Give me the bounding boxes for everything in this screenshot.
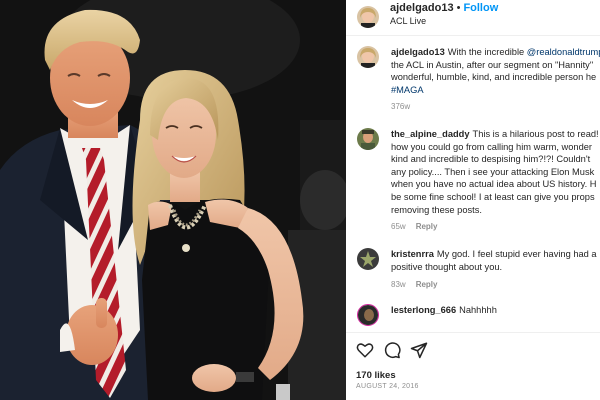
comment-time[interactable]: 65w <box>391 222 406 231</box>
mention-link[interactable]: @realdonaldtrump <box>527 47 600 57</box>
avatar[interactable] <box>357 6 379 28</box>
heart-icon[interactable] <box>356 341 374 359</box>
profile-photo-icon <box>357 46 379 68</box>
comment-time[interactable]: 83w <box>391 280 406 289</box>
comment-text-segment: Nahhhhh <box>459 305 497 315</box>
comment-line: how you could go from calling him warm, … <box>391 141 593 152</box>
caption-time[interactable]: 376w <box>391 102 410 111</box>
comment-line: be some fine school! I at least can give… <box>391 191 595 202</box>
comment-line: when you have no actual idea about US hi… <box>391 179 597 190</box>
avatar[interactable] <box>357 248 379 270</box>
comments-list[interactable]: ajdelgado13 With the incredible @realdona… <box>346 40 600 332</box>
comment-line: kind and incredible to despising him?!?!… <box>391 154 591 165</box>
caption-text-segment: With the incredible <box>447 47 527 57</box>
header-username[interactable]: ajdelgado13 <box>390 2 454 14</box>
comment-line: removing these posts. <box>391 204 482 215</box>
comment-line: any policy.... Then i see your attacking… <box>391 166 595 177</box>
comment-text: lesterlong_666 Nahhhhh <box>391 304 600 317</box>
profile-photo-icon <box>357 128 379 150</box>
header-separator: • <box>456 2 461 14</box>
follow-button[interactable]: Follow <box>463 2 498 14</box>
comment-username[interactable]: lesterlong_666 <box>391 305 456 315</box>
caption-username[interactable]: ajdelgado13 <box>391 47 445 57</box>
comment-username[interactable]: the_alpine_daddy <box>391 129 470 139</box>
post-side-panel: ajdelgado13 • Follow ACL Live ajdelgado13 W… <box>346 0 600 400</box>
caption-meta: 376w <box>391 102 410 111</box>
share-icon[interactable] <box>410 341 428 359</box>
header-location[interactable]: ACL Live <box>390 16 426 26</box>
caption-line: wonderful, humble, kind, and incredible … <box>391 72 597 83</box>
caption-hashtag[interactable]: #MAGA <box>391 84 600 97</box>
post-date: AUGUST 24, 2016 <box>356 383 419 390</box>
comment-icon[interactable] <box>383 341 401 359</box>
profile-photo-icon <box>357 248 379 270</box>
avatar[interactable] <box>357 304 379 326</box>
comment-line: the_alpine_daddy This is a hilarious post… <box>391 128 600 141</box>
post-photo-image <box>0 0 346 400</box>
comment-line: kristenrra My god. I feel stupid ever hav… <box>391 248 600 261</box>
comment-username[interactable]: kristenrra <box>391 249 434 259</box>
profile-photo-icon <box>357 6 379 28</box>
profile-photo-icon <box>358 305 378 325</box>
reply-button[interactable]: Reply <box>416 280 438 289</box>
comment-text-segment: This is a hilarious post to read! <box>472 129 599 139</box>
avatar[interactable] <box>357 46 379 68</box>
caption-text: ajdelgado13 With the incredible @realdona… <box>391 46 600 96</box>
comment-line: lesterlong_666 Nahhhhh <box>391 304 600 317</box>
post-actions-bar: 170 likes AUGUST 24, 2016 <box>346 332 600 400</box>
comment-meta: 65w Reply <box>391 222 437 231</box>
comment-text: kristenrra My god. I feel stupid ever hav… <box>391 248 600 273</box>
comment-text-segment: My god. I feel stupid ever having had a <box>436 249 597 259</box>
caption-line: the ACL in Austin, after our segment on … <box>391 59 594 70</box>
likes-count[interactable]: 170 likes <box>356 370 396 381</box>
post-photo[interactable] <box>0 0 346 400</box>
caption-line: ajdelgado13 With the incredible @realdona… <box>391 46 600 59</box>
comment-text: the_alpine_daddy This is a hilarious post… <box>391 128 600 216</box>
header-username-line: ajdelgado13 • Follow <box>390 2 498 14</box>
comment-meta: 83w Reply <box>391 280 437 289</box>
avatar[interactable] <box>357 128 379 150</box>
reply-button[interactable]: Reply <box>416 222 438 231</box>
comment-line: positive thought about you. <box>391 261 503 272</box>
post-header: ajdelgado13 • Follow ACL Live <box>346 0 600 36</box>
